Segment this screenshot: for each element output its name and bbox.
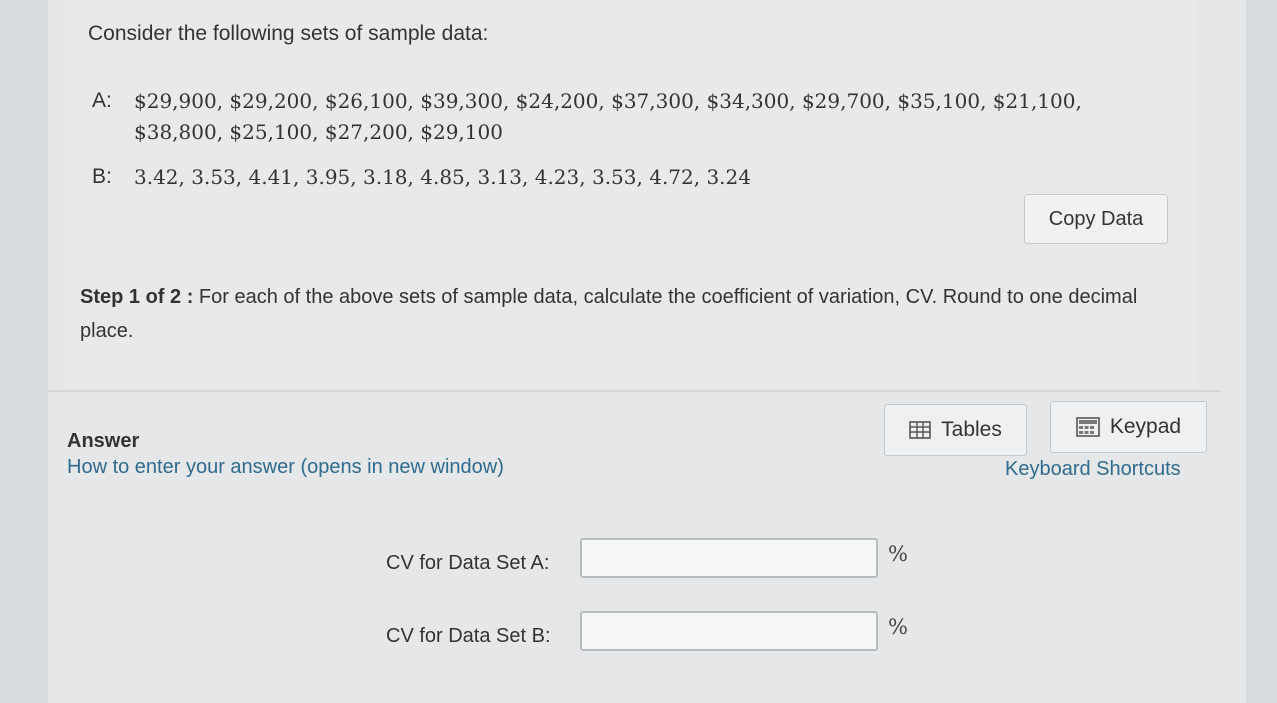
keypad-button[interactable]: Keypad <box>1050 401 1207 453</box>
cv-b-input[interactable] <box>580 611 878 651</box>
cv-b-label: CV for Data Set B: <box>386 625 551 647</box>
tables-button-label: Tables <box>941 418 1002 441</box>
cv-b-percent-unit: % <box>888 615 908 639</box>
dataset-a-label: A: <box>92 89 112 112</box>
cv-a-label: CV for Data Set A: <box>386 552 550 574</box>
step-text: For each of the above sets of sample dat… <box>80 286 1138 342</box>
question-intro: Consider the following sets of sample da… <box>88 22 489 45</box>
step-counter: Step 1 of 2 : <box>80 286 194 308</box>
how-to-enter-answer-link[interactable]: How to enter your answer (opens in new w… <box>67 456 504 479</box>
copy-data-button[interactable]: Copy Data <box>1024 194 1168 244</box>
dataset-a-values-line1: $29,900, $29,200, $26,100, $39,300, $24,… <box>134 89 1082 113</box>
cv-a-input[interactable] <box>580 538 878 578</box>
step-instructions: Step 1 of 2 : For each of the above sets… <box>80 280 1180 348</box>
keypad-button-label: Keypad <box>1109 415 1182 438</box>
keypad-icon <box>1076 417 1100 437</box>
table-grid-icon <box>909 421 931 439</box>
keyboard-shortcuts-link[interactable]: Keyboard Shortcuts <box>1005 458 1181 481</box>
dataset-b-values: 3.42, 3.53, 4.41, 3.95, 3.18, 4.85, 3.13… <box>134 165 751 189</box>
cv-a-percent-unit: % <box>888 542 908 566</box>
dataset-a-values-line2: $38,800, $25,100, $27,200, $29,100 <box>134 120 503 144</box>
tables-button[interactable]: Tables <box>884 404 1027 456</box>
dataset-b-label: B: <box>92 165 112 188</box>
answer-heading: Answer <box>67 430 140 452</box>
section-divider <box>48 390 1220 392</box>
